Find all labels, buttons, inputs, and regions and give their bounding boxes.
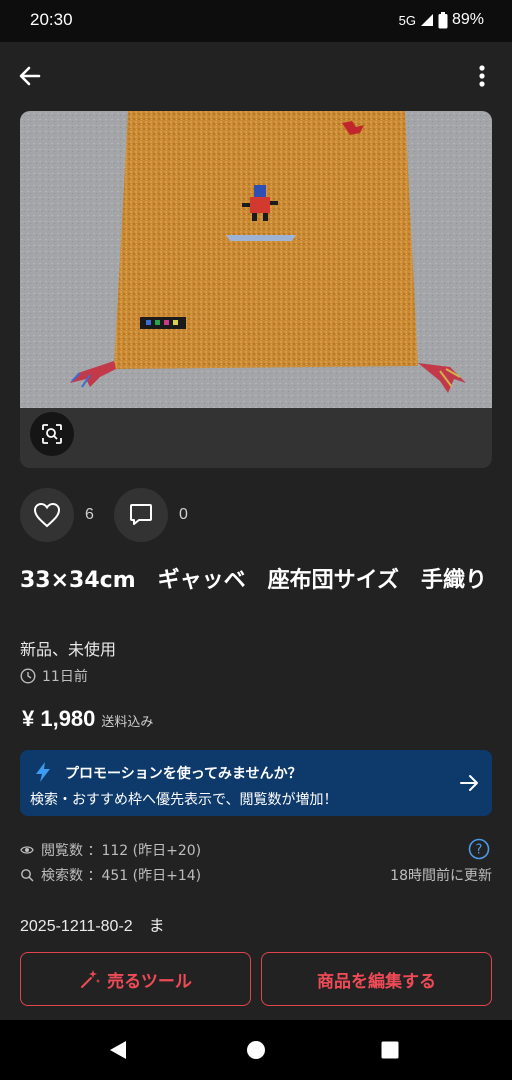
system-nav-bar (0, 1020, 512, 1080)
status-indicators: 5G 89% (399, 11, 484, 29)
arrow-right-icon (460, 775, 478, 791)
more-options-button[interactable] (470, 60, 494, 92)
image-search-button[interactable] (30, 412, 74, 456)
sell-tools-label: 売るツール (107, 971, 192, 991)
signal-icon (420, 14, 433, 26)
top-app-bar (0, 42, 512, 110)
sparkle-wand-icon (81, 970, 101, 988)
search-icon (21, 869, 34, 882)
heart-icon (33, 502, 61, 528)
price: ¥ 1,980 (22, 706, 96, 731)
nav-back-icon[interactable] (108, 1040, 128, 1060)
help-icon[interactable]: ? (468, 838, 490, 860)
more-vertical-icon (479, 65, 485, 87)
like-count: 6 (85, 506, 94, 523)
back-button[interactable] (14, 60, 46, 92)
arrow-left-icon (19, 66, 41, 86)
posted-time: 11日前 (20, 666, 88, 686)
comment-reaction: 0 (114, 488, 188, 542)
eye-icon (20, 846, 34, 854)
edit-item-button[interactable]: 商品を編集する (261, 952, 492, 1006)
posted-time-label: 11日前 (42, 669, 88, 685)
lightning-icon (36, 762, 50, 782)
image-search-icon (42, 424, 62, 444)
edit-item-label: 商品を編集する (317, 971, 436, 991)
searches-stat: 検索数 ：451 (昨日+14) (20, 865, 201, 885)
status-bar: 20:30 5G 89% (0, 0, 512, 42)
product-title: 33×34cm ギャッベ 座布団サイズ 手織り (20, 568, 487, 593)
updated-label: 18時間前に更新 (390, 868, 492, 884)
like-button[interactable] (20, 488, 74, 542)
shipping-label: 送料込み (101, 715, 154, 730)
nav-recent-apps-icon[interactable] (381, 1041, 399, 1059)
nav-home-icon[interactable] (246, 1040, 266, 1060)
views-stat: 閲覧数 ：112 (昨日+20) (20, 840, 201, 860)
like-reaction: 6 (20, 488, 94, 542)
item-stats: 閲覧数 ：112 (昨日+20) 検索数 ：451 (昨日+14) ? 18時間… (20, 838, 492, 888)
clock-icon (20, 668, 36, 684)
product-condition: 新品、未使用 (20, 640, 117, 659)
product-photo[interactable] (20, 111, 492, 408)
promotion-subtitle: 検索・おすすめ枠へ優先表示で、閲覧数が増加！ (30, 792, 338, 808)
promotion-title: プロモーションを使ってみませんか？ (65, 766, 302, 782)
comment-count: 0 (179, 506, 188, 523)
status-time: 20:30 (30, 10, 73, 29)
comment-icon (130, 504, 152, 525)
product-image-card (20, 111, 492, 468)
views-label: 閲覧数 ：112 (昨日+20) (41, 843, 202, 859)
battery-percent: 89% (451, 11, 484, 28)
battery-icon (438, 11, 448, 28)
searches-label: 検索数 ：451 (昨日+14) (41, 868, 202, 884)
svg-text:?: ? (476, 843, 483, 858)
promotion-banner[interactable]: プロモーションを使ってみませんか？ 検索・おすすめ枠へ優先表示で、閲覧数が増加！ (20, 750, 492, 816)
item-code: 2025-1211-80-2 ま (20, 918, 165, 935)
comment-button[interactable] (114, 488, 168, 542)
network-label: 5G (398, 12, 416, 28)
sell-tools-button[interactable]: 売るツール (20, 952, 251, 1006)
price-row: ¥ 1,980 送料込み (22, 706, 153, 732)
